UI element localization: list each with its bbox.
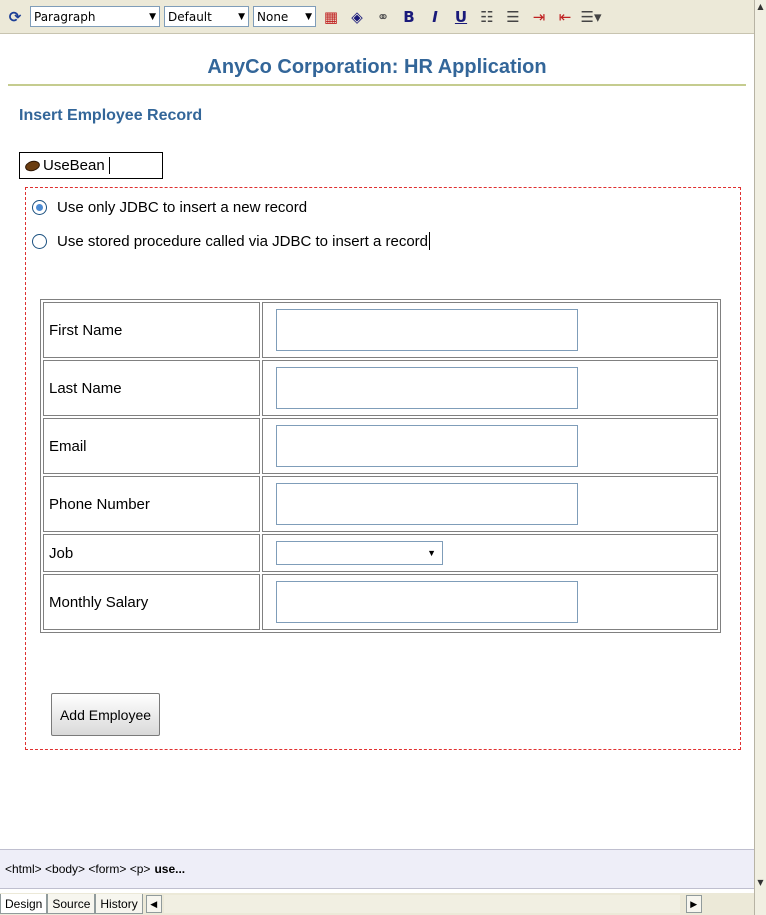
bullet-list-icon[interactable]: ☰ [502,6,524,28]
employee-form-table: First Name Last Name Email Phone Number … [40,299,721,633]
radio-stored-procedure-option[interactable]: Use stored procedure called via JDBC to … [32,232,431,250]
scroll-right-icon[interactable]: ▶ [685,895,702,913]
first-name-input[interactable] [276,309,578,351]
monthly-salary-input[interactable] [276,581,578,623]
first-name-cell [262,302,718,358]
job-label: Job [43,534,260,572]
horizontal-scrollbar[interactable] [163,895,680,913]
breadcrumb-path[interactable]: <html> <body> <form> <p> [5,862,150,876]
add-employee-button[interactable]: Add Employee [51,693,160,736]
last-name-input[interactable] [276,367,578,409]
tab-history[interactable]: History [95,894,143,914]
numbered-list-icon[interactable]: ☷ [476,6,498,28]
italic-button[interactable]: I [424,6,446,28]
text-caret [429,232,431,250]
chevron-down-icon: ▼ [238,11,245,22]
table-row: Last Name [43,360,718,416]
tag-breadcrumb: <html> <body> <form> <p> use... [0,849,754,889]
monthly-salary-label: Monthly Salary [43,574,260,630]
first-name-label: First Name [43,302,260,358]
tab-design[interactable]: Design [0,894,48,914]
tab-source[interactable]: Source [47,894,96,914]
table-row: Monthly Salary [43,574,718,630]
chevron-down-icon: ▼ [427,548,436,558]
fill-color-icon[interactable]: ◈ [346,6,368,28]
link-icon[interactable]: ⚭ [372,6,394,28]
page-title: AnyCo Corporation: HR Application [207,56,547,78]
email-cell [262,418,718,474]
phone-number-label: Phone Number [43,476,260,532]
last-name-label: Last Name [43,360,260,416]
job-select[interactable]: ▼ [276,541,443,565]
bean-icon [23,158,42,173]
editor-tab-bar: Design Source History ◀ ▶ [0,893,754,915]
email-input[interactable] [276,425,578,467]
refresh-icon[interactable]: ⟳ [4,6,26,28]
radio-jdbc-option[interactable]: Use only JDBC to insert a new record [32,199,307,216]
vertical-scrollbar[interactable]: ▲ ▼ [754,0,766,915]
job-cell: ▼ [262,534,718,572]
table-row: First Name [43,302,718,358]
bold-button[interactable]: B [398,6,420,28]
usebean-tag[interactable]: UseBean [19,152,163,179]
design-canvas: AnyCo Corporation: HR Application Insert… [8,34,748,846]
usebean-divider [108,157,110,174]
chevron-down-icon: ▼ [149,11,156,22]
underline-button[interactable]: U [450,6,472,28]
usebean-label: UseBean [43,157,105,174]
radio-jdbc-label: Use only JDBC to insert a new record [57,199,308,216]
scroll-down-icon[interactable]: ▼ [755,878,766,892]
section-title: Insert Employee Record [19,107,203,124]
radio-stored-procedure[interactable] [32,233,47,249]
paragraph-format-select[interactable]: Paragraph ▼ [30,6,160,27]
monthly-salary-cell [262,574,718,630]
last-name-cell [262,360,718,416]
breadcrumb-current[interactable]: use... [154,862,185,876]
phone-number-cell [262,476,718,532]
paragraph-format-value: Paragraph [34,9,96,24]
font-select[interactable]: Default ▼ [164,6,249,27]
table-row: Email [43,418,718,474]
highlight-icon[interactable]: ▦ [320,6,342,28]
outdent-icon[interactable]: ⇤ [554,6,576,28]
indent-icon[interactable]: ⇥ [528,6,550,28]
heading-divider [8,84,746,86]
phone-number-input[interactable] [276,483,578,525]
align-icon[interactable]: ☰▾ [580,6,602,28]
size-value: None [257,9,289,24]
font-value: Default [168,9,212,24]
size-select[interactable]: None ▼ [253,6,316,27]
email-label: Email [43,418,260,474]
table-row: Phone Number [43,476,718,532]
radio-jdbc[interactable] [32,200,47,215]
chevron-down-icon: ▼ [305,11,312,22]
editor-toolbar: ⟳ Paragraph ▼ Default ▼ None ▼ ▦ ◈ ⚭ B I… [0,0,754,34]
radio-stored-procedure-label: Use stored procedure called via JDBC to … [57,232,429,250]
table-row: Job ▼ [43,534,718,572]
scroll-left-icon[interactable]: ◀ [145,895,162,913]
scroll-up-icon[interactable]: ▲ [755,2,766,16]
